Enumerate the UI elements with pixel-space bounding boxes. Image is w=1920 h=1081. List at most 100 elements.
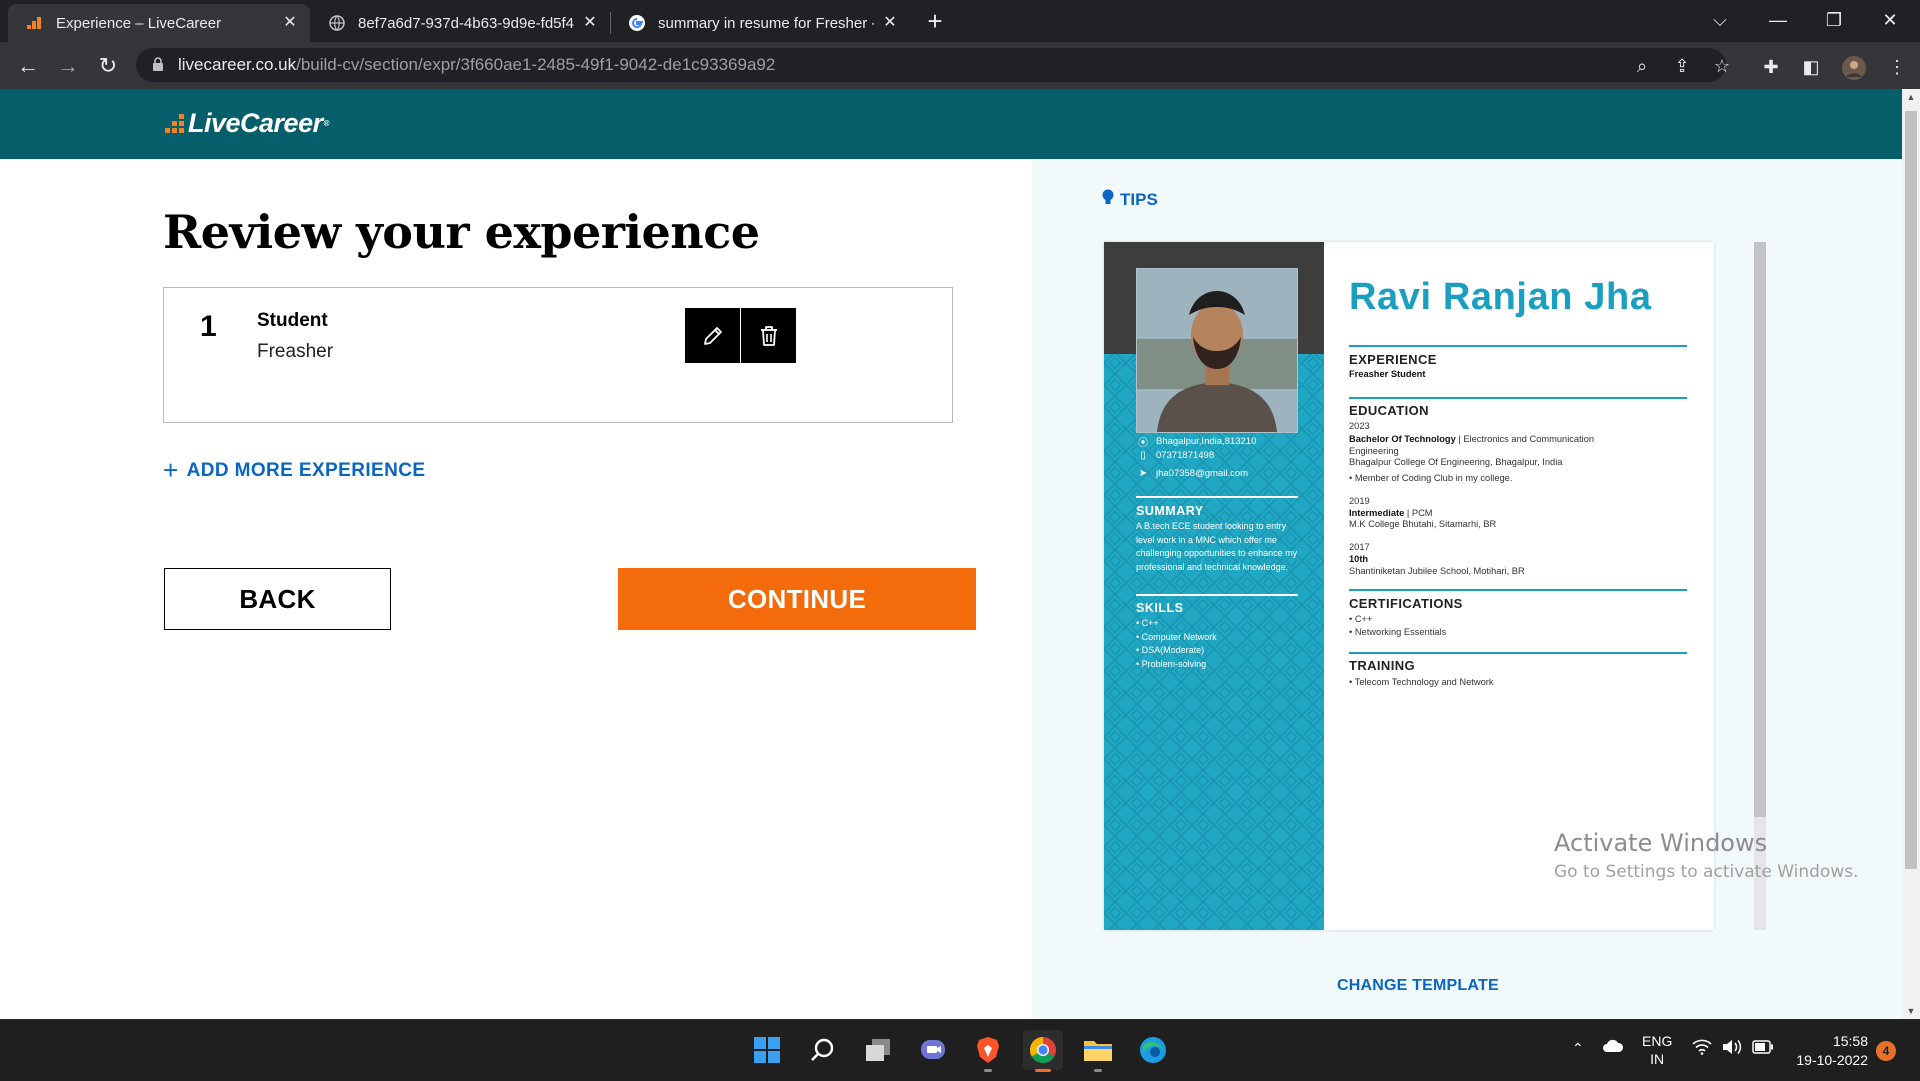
send-icon: ➤ (1138, 468, 1148, 479)
side-panel-icon[interactable]: ◧ (1800, 56, 1822, 78)
extensions-puzzle-icon[interactable]: ✚ (1760, 56, 1782, 78)
url-host: livecareer.co.uk (178, 55, 297, 74)
onedrive-cloud-icon[interactable] (1602, 1038, 1624, 1057)
close-tab-icon[interactable]: ✕ (280, 13, 300, 33)
entry-job-title: Student (257, 310, 328, 331)
resume-preview[interactable]: ⦿ Bhagalpur,India,813210 ▯ 07371871498 ➤… (1104, 242, 1714, 930)
task-view-icon[interactable] (858, 1030, 898, 1070)
page-title: Review your experience (163, 205, 760, 259)
skill-text: Problem-solving (1141, 659, 1207, 669)
reload-icon[interactable]: ↻ (92, 50, 124, 82)
livecareer-logo[interactable]: LiveCareer ® (165, 108, 330, 139)
close-tab-icon[interactable]: ✕ (880, 13, 900, 33)
skill-item: • DSA(Moderate) (1136, 645, 1205, 655)
livecareer-favicon (26, 14, 44, 32)
bookmark-star-icon[interactable]: ☆ (1711, 55, 1733, 77)
degree-name: Bachelor Of Technology (1349, 434, 1456, 444)
tab-google-search[interactable]: summary in resume for Fresher - ✕ (610, 4, 910, 42)
battery-icon[interactable] (1752, 1040, 1774, 1057)
close-tab-icon[interactable]: ✕ (580, 13, 600, 33)
language-code: ENG (1642, 1033, 1673, 1049)
back-arrow-icon[interactable]: ← (12, 50, 44, 82)
add-more-experience-link[interactable]: + ADD MORE EXPERIENCE (163, 455, 425, 486)
forward-arrow-icon[interactable]: → (52, 50, 84, 82)
tab-uuid[interactable]: 8ef7a6d7-937d-4b63-9d9e-fd5f4 ✕ (310, 4, 610, 42)
education-year: 2023 (1349, 421, 1370, 431)
section-rule (1349, 589, 1687, 591)
windows-start-icon[interactable] (747, 1030, 787, 1070)
scroll-down-arrow-icon[interactable]: ▼ (1902, 1003, 1920, 1019)
search-icon[interactable] (803, 1030, 843, 1070)
summary-text: A B.tech ECE student looking to entry le… (1136, 521, 1298, 572)
close-window-button[interactable]: ✕ (1862, 0, 1918, 42)
show-hidden-icons-chevron[interactable]: ⌃ (1572, 1040, 1584, 1057)
chrome-icon[interactable] (1023, 1030, 1063, 1072)
brave-browser-icon[interactable] (968, 1030, 1008, 1072)
page-scrollbar-thumb[interactable] (1905, 111, 1917, 869)
minimize-button[interactable]: — (1750, 0, 1806, 42)
page-scrollbar[interactable]: ▲ ▼ (1902, 89, 1920, 1019)
volume-icon[interactable] (1722, 1039, 1744, 1058)
activate-windows-title: Activate Windows (1554, 829, 1768, 857)
edit-entry-button[interactable] (685, 308, 740, 363)
browser-toolbar: ← → ↻ livecareer.co.uk/build-cv/section/… (0, 42, 1920, 89)
resume-name: Ravi Ranjan Jha (1349, 276, 1652, 318)
skill-text: Computer Network (1141, 632, 1217, 642)
education-note: • Member of Coding Club in my college. (1349, 473, 1513, 483)
training-section-heading: TRAINING (1349, 658, 1416, 673)
degree-name: Intermediate (1349, 508, 1405, 518)
skill-text: C++ (1141, 618, 1159, 628)
edge-icon[interactable] (1133, 1030, 1173, 1070)
resume-preview-panel: TIPS ⦿ Bhagalpur,India,813210 ▯ 07371871… (1032, 159, 1902, 1019)
language-indicator[interactable]: ENG IN (1642, 1032, 1672, 1068)
address-bar[interactable]: livecareer.co.uk/build-cv/section/expr/3… (136, 48, 1730, 82)
add-more-label: ADD MORE EXPERIENCE (186, 459, 426, 481)
location-pin-icon: ⦿ (1138, 438, 1148, 449)
resume-sidebar: ⦿ Bhagalpur,India,813210 ▯ 07371871498 ➤… (1104, 242, 1324, 930)
entry-number: 1 (200, 310, 217, 343)
clock[interactable]: 15:58 19-10-2022 (1788, 1032, 1868, 1070)
section-rule (1349, 652, 1687, 654)
scroll-up-arrow-icon[interactable]: ▲ (1902, 89, 1920, 105)
change-template-link[interactable]: CHANGE TEMPLATE (1337, 977, 1499, 995)
preview-scrollbar-thumb[interactable] (1754, 242, 1766, 817)
share-icon[interactable]: ⇪ (1671, 55, 1693, 77)
windows-taskbar: ⌃ ENG IN 15:58 19-10-2022 4 (0, 1019, 1920, 1081)
tips-link[interactable]: TIPS (1102, 189, 1158, 211)
teams-chat-icon[interactable] (913, 1030, 953, 1070)
lightbulb-icon (1102, 189, 1114, 211)
location-text: Bhagalpur,India,813210 (1156, 436, 1257, 447)
zoom-icon[interactable]: ⌕ (1631, 55, 1653, 77)
app-running-indicator (1094, 1069, 1102, 1072)
browser-tab-strip: Experience – LiveCareer ✕ 8ef7a6d7-937d-… (0, 0, 1920, 42)
kebab-menu-icon[interactable]: ⋮ (1886, 56, 1908, 78)
experience-review-panel: Review your experience 1 Student Freashe… (0, 159, 1032, 1019)
profile-photo (1136, 268, 1298, 433)
entry-employer: Freasher (257, 341, 334, 362)
notification-badge[interactable]: 4 (1876, 1041, 1896, 1061)
plus-icon: + (163, 455, 179, 485)
certification-item: • Networking Essentials (1349, 627, 1447, 637)
restore-button[interactable]: ❐ (1806, 0, 1862, 42)
back-button[interactable]: BACK (164, 568, 391, 630)
tab-title: summary in resume for Fresher - (658, 14, 874, 32)
new-tab-button[interactable]: + (920, 4, 950, 38)
skill-text: DSA(Moderate) (1141, 645, 1205, 655)
delete-entry-button[interactable] (741, 308, 796, 363)
profile-avatar[interactable] (1842, 56, 1866, 80)
preview-scrollbar[interactable] (1754, 242, 1766, 930)
certifications-section-heading: CERTIFICATIONS (1349, 596, 1463, 611)
tab-experience[interactable]: Experience – LiveCareer ✕ (8, 4, 310, 42)
google-icon (628, 14, 646, 32)
file-explorer-icon[interactable] (1078, 1030, 1118, 1072)
wifi-icon[interactable] (1692, 1039, 1712, 1058)
tab-search-chevron-icon[interactable]: ⌵ (1692, 0, 1748, 42)
lock-icon (152, 57, 164, 77)
training-item: • Telecom Technology and Network (1349, 677, 1494, 687)
experience-entry: Freasher Student (1349, 369, 1426, 379)
globe-icon (328, 14, 346, 32)
tips-label: TIPS (1120, 190, 1158, 209)
continue-button[interactable]: CONTINUE (618, 568, 976, 630)
section-rule (1349, 397, 1687, 399)
education-school: M.K College Bhutahi, Sitamarhi, BR (1349, 519, 1497, 529)
